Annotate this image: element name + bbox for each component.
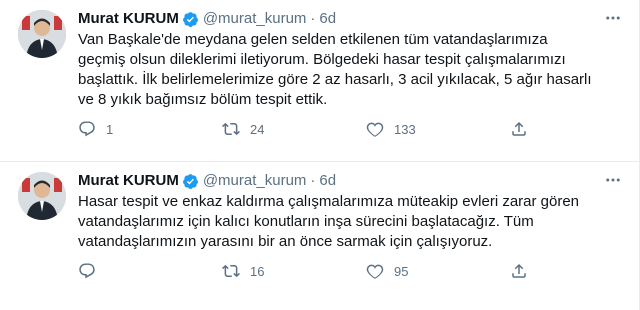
tweet-actions: 1 24 133 bbox=[78, 120, 538, 138]
tweet-content: Murat KURUM @murat_kurum · 6d Hasar tesp… bbox=[78, 172, 625, 309]
more-options-icon bbox=[606, 178, 620, 182]
more-options-button[interactable] bbox=[601, 8, 625, 28]
reply-count: 1 bbox=[106, 121, 114, 137]
tweet-header: Murat KURUM @murat_kurum · 6d bbox=[78, 172, 625, 190]
tweet-text: Van Başkale'de meydana gelen selden etki… bbox=[78, 31, 592, 108]
retweet-count: 24 bbox=[250, 121, 265, 137]
tweet-timestamp[interactable]: 6d bbox=[319, 172, 336, 190]
like-button[interactable]: 95 bbox=[366, 262, 456, 280]
separator-dot: · bbox=[310, 10, 316, 27]
more-options-button[interactable] bbox=[601, 170, 625, 190]
reply-icon bbox=[79, 121, 95, 137]
author-name[interactable]: Murat KURUM bbox=[78, 172, 179, 190]
share-icon bbox=[512, 121, 526, 136]
tweet-header: Murat KURUM @murat_kurum · 6d bbox=[78, 10, 625, 28]
author-handle[interactable]: @murat_kurum bbox=[203, 10, 307, 28]
retweet-icon bbox=[222, 264, 240, 278]
avatar[interactable] bbox=[18, 10, 66, 58]
share-icon bbox=[512, 263, 526, 278]
like-icon bbox=[366, 264, 384, 279]
like-button[interactable]: 133 bbox=[366, 120, 456, 138]
separator-dot: · bbox=[310, 172, 316, 189]
retweet-button[interactable]: 16 bbox=[222, 262, 312, 280]
tweet-timestamp[interactable]: 6d bbox=[319, 10, 336, 28]
verified-badge-icon bbox=[182, 11, 198, 27]
tweet-actions: 16 95 bbox=[78, 262, 538, 280]
share-button[interactable] bbox=[510, 120, 538, 138]
avatar[interactable] bbox=[18, 172, 66, 220]
retweet-icon bbox=[222, 122, 240, 136]
retweet-count: 16 bbox=[250, 263, 265, 279]
reply-button[interactable]: 1 bbox=[78, 120, 168, 138]
more-options-icon bbox=[606, 16, 620, 20]
verified-badge-icon bbox=[182, 173, 198, 189]
tweet[interactable]: Murat KURUM @murat_kurum · 6d Van Başkal… bbox=[0, 0, 639, 162]
like-count: 95 bbox=[394, 263, 409, 279]
share-button[interactable] bbox=[510, 262, 538, 280]
like-count: 133 bbox=[394, 121, 416, 137]
author-handle[interactable]: @murat_kurum bbox=[203, 172, 307, 190]
tweet-content: Murat KURUM @murat_kurum · 6d Van Başkal… bbox=[78, 10, 625, 161]
author-name[interactable]: Murat KURUM bbox=[78, 10, 179, 28]
like-icon bbox=[366, 122, 384, 137]
reply-icon bbox=[79, 263, 95, 279]
tweet-text: Hasar tespit ve enkaz kaldırma çalışmala… bbox=[78, 193, 580, 250]
tweet-feed: Murat KURUM @murat_kurum · 6d Van Başkal… bbox=[0, 0, 640, 310]
retweet-button[interactable]: 24 bbox=[222, 120, 312, 138]
tweet[interactable]: Murat KURUM @murat_kurum · 6d Hasar tesp… bbox=[0, 162, 639, 309]
reply-button[interactable] bbox=[78, 262, 168, 280]
